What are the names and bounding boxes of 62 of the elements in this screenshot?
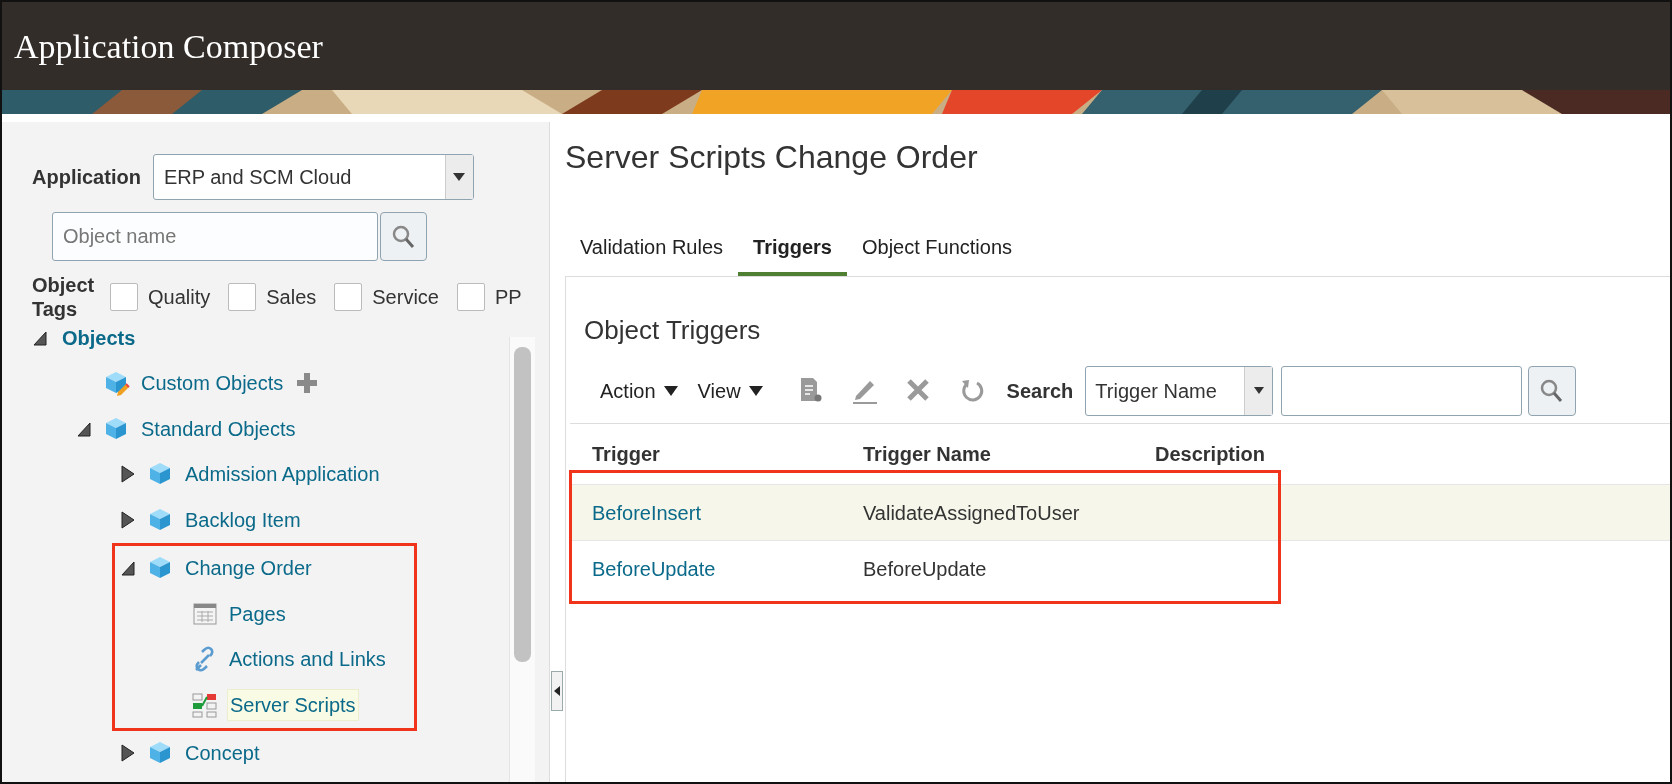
search-icon bbox=[1540, 378, 1565, 403]
page-title: Server Scripts Change Order bbox=[565, 138, 979, 177]
tree-toggle-icon[interactable] bbox=[120, 465, 136, 484]
tree-item[interactable]: Server Scripts bbox=[227, 688, 359, 721]
flow-grid-icon bbox=[192, 691, 218, 718]
trigger-link[interactable]: BeforeUpdate bbox=[592, 557, 716, 580]
search-field[interactable]: Object name bbox=[52, 212, 378, 261]
tree-item[interactable]: Admission Application bbox=[183, 459, 382, 490]
search-by-select[interactable]: Trigger Name bbox=[1085, 365, 1274, 416]
checkbox-label: PP bbox=[495, 285, 522, 310]
tree-item[interactable]: Actions and Links bbox=[227, 644, 388, 675]
table-cell: ValidateAssignedToUser bbox=[863, 501, 1080, 524]
field-label: Object Tags bbox=[32, 273, 96, 321]
column-header: Trigger bbox=[591, 442, 661, 467]
checkbox[interactable] bbox=[110, 283, 138, 311]
table-row[interactable]: BeforeInsert ValidateAssignedToUser bbox=[570, 484, 1670, 540]
checkbox[interactable] bbox=[334, 283, 363, 311]
caret-icon bbox=[748, 385, 763, 396]
tree-item[interactable]: Custom Objects bbox=[139, 368, 286, 399]
application-select[interactable]: ERP and SCM Cloud bbox=[152, 154, 474, 200]
tree-toggle-icon[interactable] bbox=[120, 559, 136, 578]
checkbox-label: Service bbox=[372, 285, 439, 310]
checkbox[interactable] bbox=[228, 283, 257, 311]
column-header: Trigger Name bbox=[863, 442, 992, 467]
plus-icon[interactable] bbox=[295, 371, 320, 396]
tree-item[interactable]: Backlog Item bbox=[183, 504, 303, 535]
collapse-handle[interactable] bbox=[551, 671, 563, 711]
menu-button[interactable]: View bbox=[697, 375, 773, 406]
tree-item[interactable]: Pages bbox=[227, 598, 288, 629]
table-icon bbox=[192, 600, 218, 627]
dropdown-arrow-icon bbox=[1253, 387, 1264, 394]
tree-item[interactable]: Objects bbox=[60, 322, 138, 353]
checkbox-label: Quality bbox=[148, 285, 211, 310]
tree-item[interactable]: Change Order bbox=[183, 553, 314, 584]
table-cell: BeforeUpdate bbox=[863, 557, 987, 580]
search-button[interactable] bbox=[380, 212, 427, 261]
tree-toggle-icon[interactable] bbox=[120, 510, 136, 529]
search-label: Search bbox=[1006, 378, 1074, 404]
tab[interactable]: Object Functions bbox=[846, 232, 1028, 276]
dropdown-arrow-icon bbox=[453, 173, 466, 181]
scroll-thumb[interactable] bbox=[514, 347, 531, 662]
menu-button[interactable]: Action bbox=[600, 375, 688, 406]
checkbox-label: Sales bbox=[266, 285, 317, 310]
search-button[interactable] bbox=[1528, 365, 1577, 416]
table-row[interactable]: BeforeUpdate BeforeUpdate bbox=[570, 540, 1670, 596]
section-title: Object Triggers bbox=[584, 314, 762, 347]
left-arrow-icon bbox=[554, 686, 560, 696]
column-header: Description bbox=[1155, 442, 1267, 467]
checkbox[interactable] bbox=[457, 283, 485, 311]
tab[interactable]: Validation Rules bbox=[565, 232, 739, 276]
search-icon bbox=[391, 224, 416, 249]
tree-item[interactable]: Concept bbox=[183, 738, 262, 769]
cube-pencil-icon bbox=[104, 370, 130, 397]
tab[interactable]: Triggers bbox=[738, 232, 847, 276]
app-title: Application Composer bbox=[14, 26, 323, 67]
search-field[interactable] bbox=[1281, 365, 1523, 416]
tree-toggle-icon[interactable] bbox=[120, 744, 136, 763]
scrollbar[interactable] bbox=[509, 337, 535, 782]
tree-item[interactable]: Standard Objects bbox=[139, 413, 298, 444]
field-label: Application bbox=[32, 165, 141, 190]
caret-icon bbox=[663, 385, 678, 396]
trigger-link[interactable]: BeforeInsert bbox=[592, 501, 701, 524]
